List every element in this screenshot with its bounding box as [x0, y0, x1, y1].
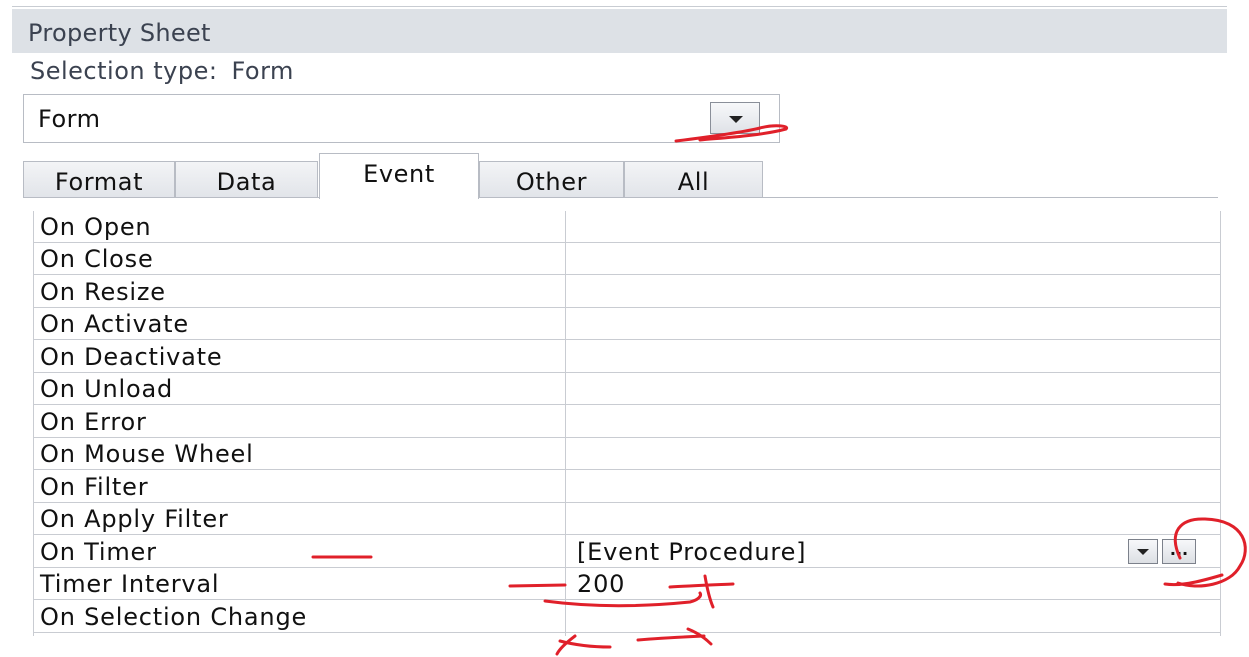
tab-event-label: Event — [363, 160, 435, 188]
object-selector-value: Form — [38, 105, 101, 133]
property-value[interactable]: 200 — [577, 570, 625, 598]
property-grid: On Open On Close On Resize On Activate O… — [33, 211, 1221, 636]
property-row[interactable]: On Close — [34, 243, 1220, 275]
selection-type-label: Selection type: — [30, 57, 218, 85]
tab-data[interactable]: Data — [175, 161, 318, 198]
event-dropdown-button[interactable] — [1128, 539, 1158, 564]
chevron-down-icon — [729, 116, 743, 123]
property-name: On Unload — [40, 375, 174, 403]
property-name: On Error — [40, 408, 147, 436]
property-row-on-timer[interactable]: On Timer [Event Procedure] ... — [34, 536, 1220, 568]
property-name: Timer Interval — [40, 570, 220, 598]
property-row[interactable]: On Selection Change — [34, 601, 1220, 633]
property-name: On Apply Filter — [40, 505, 229, 533]
chevron-down-icon — [1137, 549, 1149, 555]
property-name: On Close — [40, 245, 154, 273]
tab-format[interactable]: Format — [23, 161, 175, 198]
property-row[interactable]: On Resize — [34, 276, 1220, 308]
selection-type: Selection type: Form — [30, 57, 294, 85]
object-selector-dropdown-button[interactable] — [710, 102, 760, 134]
property-row[interactable]: On Activate — [34, 308, 1220, 340]
property-row-timer-interval[interactable]: Timer Interval 200 — [34, 568, 1220, 600]
property-name: On Filter — [40, 473, 149, 501]
property-row[interactable]: On Error — [34, 406, 1220, 438]
tab-all-label: All — [677, 168, 710, 196]
tab-other[interactable]: Other — [479, 161, 624, 198]
property-sheet-title: Property Sheet — [28, 19, 211, 47]
tab-format-label: Format — [54, 168, 144, 196]
tab-strip-border — [23, 197, 1218, 198]
property-name: On Timer — [40, 538, 157, 566]
property-sheet-title-bar: Property Sheet — [12, 9, 1227, 53]
property-row[interactable]: On Open — [34, 211, 1220, 243]
tab-other-label: Other — [515, 168, 588, 196]
selection-type-value: Form — [231, 57, 294, 85]
property-name: On Deactivate — [40, 343, 223, 371]
property-name: On Activate — [40, 310, 189, 338]
object-selector-combo[interactable]: Form — [23, 94, 780, 143]
property-row[interactable]: On Filter — [34, 471, 1220, 503]
tab-data-label: Data — [216, 168, 277, 196]
tab-all[interactable]: All — [624, 161, 763, 198]
property-row[interactable]: On Deactivate — [34, 341, 1220, 373]
build-button[interactable]: ... — [1162, 539, 1196, 564]
property-row[interactable]: On Apply Filter — [34, 503, 1220, 535]
property-value[interactable]: [Event Procedure] — [577, 538, 806, 566]
property-row[interactable]: On Mouse Wheel — [34, 438, 1220, 470]
property-name: On Resize — [40, 278, 166, 306]
property-name: On Selection Change — [40, 603, 308, 631]
tab-event[interactable]: Event — [319, 153, 479, 199]
property-name: On Mouse Wheel — [40, 440, 254, 468]
property-name: On Open — [40, 213, 152, 241]
property-row[interactable]: On Unload — [34, 373, 1220, 405]
